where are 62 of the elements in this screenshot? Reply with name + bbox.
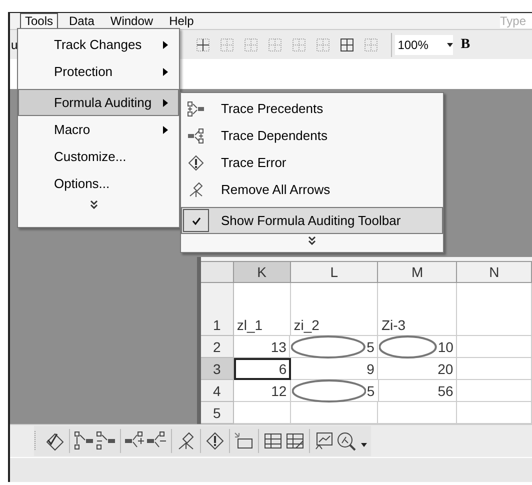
evaluate-formula-icon[interactable] bbox=[335, 431, 357, 451]
expand-menu-icon[interactable] bbox=[308, 236, 316, 245]
cell-value: 12 bbox=[271, 382, 287, 401]
cell-value: Zi-3 bbox=[381, 316, 406, 335]
border-icon[interactable] bbox=[340, 38, 354, 52]
cell-value: 56 bbox=[438, 382, 454, 401]
menu-bar-item[interactable]: Tools bbox=[20, 13, 58, 29]
comment-icon[interactable] bbox=[233, 431, 255, 451]
menu-bar-item[interactable]: Window bbox=[105, 13, 158, 29]
menu-item[interactable]: Macro bbox=[18, 116, 179, 143]
cell-value: zl_1 bbox=[236, 316, 263, 335]
menu-item[interactable]: Trace Error bbox=[181, 149, 443, 176]
expand-menu-icon[interactable] bbox=[90, 200, 98, 209]
zoom-combo[interactable]: 100% bbox=[394, 34, 453, 54]
menu-bar-item[interactable]: Data bbox=[64, 13, 100, 29]
row-header[interactable]: 1 bbox=[201, 283, 234, 336]
grid-edit-icon[interactable] bbox=[284, 431, 306, 451]
menu-item[interactable]: Trace Precedents bbox=[181, 95, 443, 122]
table-cell[interactable]: 6 bbox=[234, 358, 291, 380]
cell-value: 5 bbox=[366, 382, 375, 401]
trace-precedents-icon[interactable] bbox=[73, 431, 95, 451]
menu-item[interactable]: Track Changes bbox=[18, 31, 179, 58]
menu-item[interactable]: Trace Dependents bbox=[181, 122, 443, 149]
row-header[interactable]: 4 bbox=[201, 380, 234, 402]
trace-error-icon bbox=[188, 154, 204, 170]
ask-field[interactable]: Type bbox=[500, 14, 532, 28]
border-icon[interactable] bbox=[196, 38, 210, 52]
remove-precedent-arrows-icon[interactable] bbox=[95, 431, 117, 451]
cell-value: 9 bbox=[366, 360, 374, 379]
menu-bar-item[interactable]: Help bbox=[164, 13, 199, 29]
cell-value: 13 bbox=[270, 338, 286, 357]
cell-value: 6 bbox=[278, 360, 287, 379]
cell-value: 5 bbox=[366, 338, 374, 357]
grip-icon bbox=[34, 431, 38, 451]
menu-item[interactable]: Show Formula Auditing Toolbar bbox=[181, 207, 443, 234]
cell-value: 20 bbox=[438, 360, 454, 379]
row-header[interactable]: 5 bbox=[201, 402, 234, 424]
cell-value: zi_2 bbox=[294, 316, 320, 335]
row-header[interactable]: 3 bbox=[201, 358, 234, 380]
eraser-arrows-icon bbox=[188, 182, 204, 198]
row-header[interactable]: 2 bbox=[201, 336, 234, 358]
trace-dependents-icon bbox=[187, 128, 205, 144]
column-header[interactable]: M bbox=[378, 262, 458, 283]
trace-precedents-icon bbox=[187, 100, 205, 116]
cell-value: 10 bbox=[438, 338, 454, 357]
menu-item[interactable]: Options... bbox=[18, 170, 179, 197]
dropdown-arrow-icon[interactable] bbox=[446, 42, 453, 46]
bold-button[interactable]: B bbox=[460, 34, 470, 55]
column-header[interactable]: K bbox=[234, 262, 291, 283]
menu-item[interactable]: Formula Auditing bbox=[18, 89, 179, 116]
grid-icon[interactable] bbox=[262, 431, 284, 451]
table-cell[interactable]: 13 bbox=[234, 336, 290, 358]
trace-error-icon[interactable] bbox=[204, 431, 226, 451]
menu-item[interactable]: Remove All Arrows bbox=[181, 176, 443, 203]
checkmark-icon bbox=[192, 216, 200, 224]
dropdown-arrow-icon[interactable] bbox=[361, 443, 367, 447]
column-header[interactable]: L bbox=[290, 262, 378, 283]
toolbar-text-fragment: u bbox=[11, 36, 18, 54]
menu-item[interactable]: Customize... bbox=[18, 143, 179, 170]
error-check-icon[interactable] bbox=[44, 431, 66, 451]
chart-window-icon[interactable] bbox=[313, 431, 335, 451]
column-header[interactable]: N bbox=[457, 262, 532, 283]
